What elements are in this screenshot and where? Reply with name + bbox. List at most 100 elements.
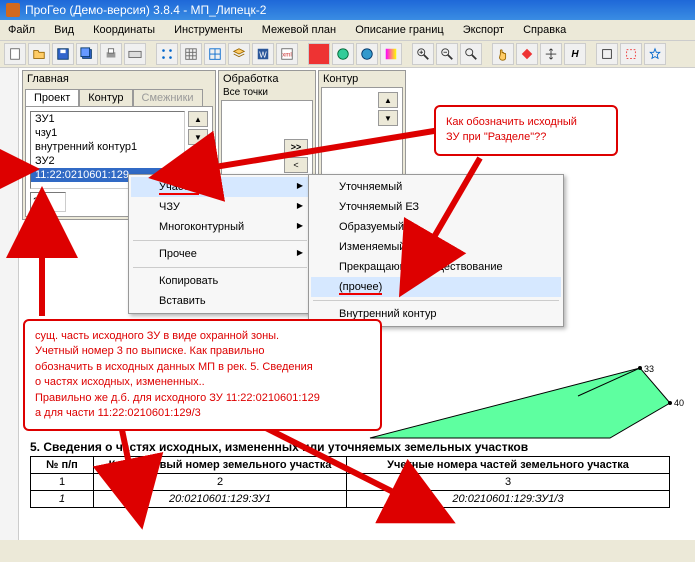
num-2: 2 <box>94 474 347 491</box>
panel-proc-title: Обработка <box>219 71 315 87</box>
svg-text:xml: xml <box>282 52 292 59</box>
cont-up[interactable]: ▲ <box>378 92 398 108</box>
panel-main-title: Главная <box>23 71 215 87</box>
ctxmenu-sub: Уточняемый Уточняемый ЕЗ Образуемый Изме… <box>308 174 564 327</box>
num-1: 1 <box>31 474 94 491</box>
callout2-line: о частях исходных, измененных.. <box>35 375 370 390</box>
tb-arrows[interactable] <box>540 43 562 65</box>
pt-label: 40 <box>674 398 684 408</box>
menu-coords[interactable]: Координаты <box>85 22 163 38</box>
tb-print[interactable] <box>100 43 122 65</box>
callout2-line: Учетный номер 3 по выписке. Как правильн… <box>35 344 370 359</box>
panel-cont: Контур ▲ ▼ <box>318 70 406 182</box>
list-item[interactable]: ЗУ2 <box>31 154 184 168</box>
ctx-uchastok[interactable]: Участок <box>131 177 309 197</box>
tb-xml[interactable]: xml <box>276 43 298 65</box>
tb-red[interactable] <box>308 43 330 65</box>
callout1-line: ЗУ при "Разделе"?? <box>446 130 606 145</box>
tb-grid2[interactable] <box>204 43 226 65</box>
col-cadnum: Кадастровый номер земельного участка <box>94 457 347 474</box>
menu-tools[interactable]: Инструменты <box>166 22 251 38</box>
ctx-sep <box>313 300 559 301</box>
ctx-multi[interactable]: Многоконтурный <box>131 217 309 237</box>
titlebar: ПроГео (Демо-версия) 3.8.4 - МП_Липецк-2 <box>0 0 695 20</box>
list-down[interactable]: ▼ <box>188 129 208 145</box>
tb-h[interactable]: H <box>564 43 586 65</box>
menu-borders[interactable]: Описание границ <box>347 22 451 38</box>
tb-save[interactable] <box>52 43 74 65</box>
ctx-other[interactable]: Прочее <box>131 244 309 264</box>
tb-star[interactable] <box>644 43 666 65</box>
ctx-copy[interactable]: Копировать <box>131 271 309 291</box>
num-3: 3 <box>347 474 670 491</box>
window-title: ПроГео (Демо-версия) 3.8.4 - МП_Липецк-2 <box>25 3 266 17</box>
tb-layers[interactable] <box>228 43 250 65</box>
num-input[interactable] <box>30 192 66 212</box>
row-cad: 20:0210601:129:ЗУ1 <box>94 491 347 508</box>
svg-text:W: W <box>259 51 267 60</box>
vertical-ruler <box>0 68 19 540</box>
tb-grid1[interactable] <box>180 43 202 65</box>
ctxmenu-main: Участок ЧЗУ Многоконтурный Прочее Копиро… <box>128 174 312 314</box>
panel-cont-title: Контур <box>319 71 405 87</box>
list-up[interactable]: ▲ <box>188 111 208 127</box>
sub-formed[interactable]: Образуемый <box>311 217 561 237</box>
proc-next[interactable]: >> <box>284 139 308 155</box>
tab-contour[interactable]: Контур <box>79 89 132 106</box>
tb-open[interactable] <box>28 43 50 65</box>
ctx-sep <box>133 267 307 268</box>
list-item[interactable]: чзу1 <box>31 126 184 140</box>
callout2-line: сущ. часть исходного ЗУ в виде охранной … <box>35 329 370 344</box>
sub-other-label: (прочее) <box>339 281 382 295</box>
tb-globe1[interactable] <box>332 43 354 65</box>
col-num: № п/п <box>31 457 94 474</box>
sub-other[interactable]: (прочее) <box>311 277 561 297</box>
cont-down[interactable]: ▼ <box>378 110 398 126</box>
sub-clarified[interactable]: Уточняемый <box>311 177 561 197</box>
doc-section: 5. Сведения о частях исходных, измененны… <box>30 438 680 508</box>
panel-proc: Обработка Все точки >> < <box>218 70 316 181</box>
menubar: Файл Вид Координаты Инструменты Межевой … <box>0 20 695 41</box>
doc-table: № п/п Кадастровый номер земельного участ… <box>30 456 670 508</box>
tb-word[interactable]: W <box>252 43 274 65</box>
list-item[interactable]: ЗУ1 <box>31 112 184 126</box>
ctx-paste[interactable]: Вставить <box>131 291 309 311</box>
tb-points[interactable] <box>156 43 178 65</box>
sub-clarified-ez[interactable]: Уточняемый ЕЗ <box>311 197 561 217</box>
pt-label: 33 <box>644 364 654 374</box>
callout-explain: сущ. часть исходного ЗУ в виде охранной … <box>23 319 382 431</box>
ctx-sep <box>133 240 307 241</box>
list-item[interactable]: внутренний контур1 <box>31 140 184 154</box>
tb-diamond[interactable] <box>516 43 538 65</box>
tab-neighbors[interactable]: Смежники <box>133 89 203 106</box>
canvas-shape: 33 40 <box>360 348 690 448</box>
tb-zoomout[interactable] <box>436 43 458 65</box>
menu-file[interactable]: Файл <box>0 22 43 38</box>
menu-plan[interactable]: Межевой план <box>254 22 344 38</box>
tb-shape2[interactable] <box>620 43 642 65</box>
toolbar: W xml H <box>0 41 695 68</box>
callout-question: Как обозначить исходный ЗУ при "Разделе"… <box>434 105 618 156</box>
tb-shape1[interactable] <box>596 43 618 65</box>
tb-zoomin[interactable] <box>412 43 434 65</box>
tb-globe2[interactable] <box>356 43 378 65</box>
row-idx: 1 <box>31 491 94 508</box>
tb-hand[interactable] <box>492 43 514 65</box>
sub-changed[interactable]: Изменяемый <box>311 237 561 257</box>
tb-keyboard[interactable] <box>124 43 146 65</box>
tb-new[interactable] <box>4 43 26 65</box>
ctx-chzu[interactable]: ЧЗУ <box>131 197 309 217</box>
col-acctnum: Учетные номера частей земельного участка <box>347 457 670 474</box>
tb-saveall[interactable] <box>76 43 98 65</box>
tab-project[interactable]: Проект <box>25 89 79 106</box>
callout2-line: обозначить в исходных данных МП в рек. 5… <box>35 360 370 375</box>
tb-gradient[interactable] <box>380 43 402 65</box>
menu-help[interactable]: Справка <box>515 22 574 38</box>
menu-view[interactable]: Вид <box>46 22 82 38</box>
panel-proc-subtitle: Все точки <box>219 87 315 100</box>
menu-export[interactable]: Экспорт <box>455 22 512 38</box>
sub-ceasing[interactable]: Прекращающий существование <box>311 257 561 277</box>
proc-back[interactable]: < <box>284 157 308 173</box>
tb-zoomfit[interactable] <box>460 43 482 65</box>
content-area: Главная Проект Контур Смежники ЗУ1 чзу1 … <box>0 68 695 540</box>
